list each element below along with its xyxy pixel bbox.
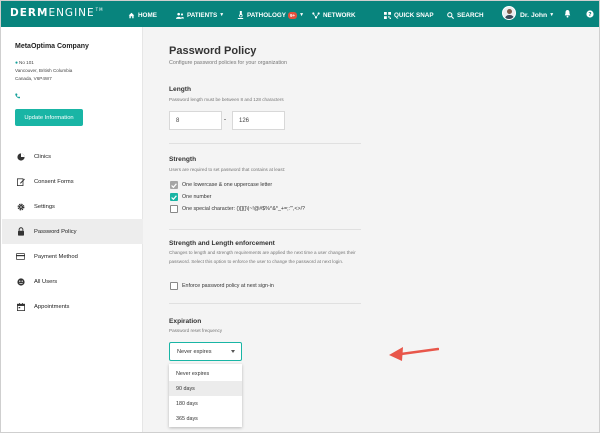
users-icon — [16, 277, 25, 286]
sidebar-item-payment-method[interactable]: Payment Method — [2, 244, 143, 269]
credit-card-icon — [16, 252, 25, 261]
expiration-select[interactable]: Never expires — [169, 342, 242, 361]
nav-quick-snap[interactable]: QUICK SNAP — [384, 10, 434, 20]
dropdown-option-90-days[interactable]: 90 days — [169, 381, 242, 396]
user-menu[interactable]: Dr. John ▼ — [520, 10, 554, 20]
enforcement-title: Strength and Length enforcement — [169, 240, 275, 247]
checkbox-unchecked[interactable] — [170, 282, 178, 290]
checkbox-checked[interactable] — [170, 181, 178, 189]
min-length-input[interactable]: 8 — [169, 111, 222, 130]
qr-code-icon — [384, 11, 391, 19]
user-avatar[interactable] — [502, 6, 516, 20]
sidebar-item-password-policy[interactable]: Password Policy — [2, 219, 143, 244]
max-length-input[interactable]: 126 — [232, 111, 285, 130]
length-title: Length — [169, 86, 191, 93]
section-divider — [169, 229, 361, 230]
nav-search[interactable]: SEARCH — [447, 10, 484, 20]
top-navbar: DERMENGINETM HOME PATIENTS ▼ PATHOLOGY 9… — [1, 1, 599, 27]
sidebar-item-all-users[interactable]: All Users — [2, 269, 143, 294]
nav-pathology[interactable]: PATHOLOGY 9+ ▼ — [237, 10, 304, 20]
checkbox-unchecked[interactable] — [170, 205, 178, 213]
chevron-down-icon: ▼ — [549, 12, 555, 18]
search-icon — [447, 11, 454, 19]
company-name: MetaOptima Company — [15, 43, 89, 50]
annotation-arrow-icon — [389, 347, 439, 361]
calendar-icon — [16, 302, 25, 311]
sidebar-item-clinics[interactable]: Clinics — [2, 144, 143, 169]
main-content: Password Policy Configure password polic… — [143, 27, 599, 432]
address-line: Canada, V6P4W7 — [15, 76, 52, 81]
bell-icon[interactable] — [564, 10, 571, 18]
sidebar-item-consent-forms[interactable]: Consent Forms — [2, 169, 143, 194]
option-enforce-next-signin[interactable]: Enforce password policy at next sign-in — [170, 282, 274, 290]
address-line: ●No 101 — [15, 60, 34, 66]
pie-chart-icon — [16, 152, 25, 161]
lock-icon — [16, 227, 25, 236]
home-icon — [128, 12, 135, 18]
sidebar-item-settings[interactable]: Settings — [2, 194, 143, 219]
network-icon — [312, 11, 320, 19]
expiration-description: Password reset frequency — [169, 328, 223, 333]
update-information-button[interactable]: Update Information — [15, 109, 83, 126]
sidebar-item-appointments[interactable]: Appointments — [2, 294, 143, 319]
sidebar: MetaOptima Company ●No 101 Vancouver, Br… — [2, 27, 143, 432]
chevron-down-icon — [231, 350, 235, 353]
patients-icon — [176, 12, 184, 19]
address-line: Vancouver, British Columbia — [15, 68, 73, 73]
dropdown-option-180-days[interactable]: 180 days — [169, 396, 242, 411]
phone-icon — [15, 93, 20, 99]
option-special-character[interactable]: One special character: ()[]{}\|~!@#$%^&*… — [170, 205, 305, 213]
app-window: DERMENGINETM HOME PATIENTS ▼ PATHOLOGY 9… — [0, 0, 600, 433]
option-lowercase-uppercase[interactable]: One lowercase & one uppercase letter — [170, 181, 272, 189]
section-divider — [169, 143, 361, 144]
range-separator — [224, 119, 226, 120]
dropdown-option-never-expires[interactable]: Never expires — [169, 366, 242, 381]
notification-badge: 9+ — [287, 11, 298, 19]
page-title: Password Policy — [169, 45, 257, 57]
pathology-icon — [237, 11, 244, 19]
enforcement-description: Changes to length and strength requireme… — [169, 250, 356, 264]
chevron-down-icon: ▼ — [219, 12, 225, 18]
expiration-title: Expiration — [169, 318, 202, 325]
derm-engine-logo[interactable]: DERMENGINETM — [10, 7, 104, 19]
nav-patients[interactable]: PATIENTS ▼ — [176, 10, 224, 20]
nav-home[interactable]: HOME — [128, 10, 157, 20]
chevron-down-icon: ▼ — [299, 12, 305, 18]
dropdown-option-365-days[interactable]: 365 days — [169, 411, 242, 426]
option-one-number[interactable]: One number — [170, 193, 211, 201]
edit-form-icon — [16, 177, 25, 186]
map-pin-icon: ● — [15, 60, 19, 66]
strength-title: Strength — [169, 156, 197, 163]
page-subtitle: Configure password policies for your org… — [169, 60, 288, 66]
length-description: Password length must be between 8 and 12… — [169, 97, 284, 102]
strength-description: Users are required to set password that … — [169, 167, 286, 172]
svg-text:?: ? — [588, 12, 591, 18]
checkbox-checked[interactable] — [170, 193, 178, 201]
gear-icon — [16, 202, 25, 211]
nav-network[interactable]: NETWORK — [312, 10, 356, 20]
expiration-dropdown-menu: Never expires 90 days 180 days 365 days — [169, 364, 242, 427]
help-icon[interactable]: ? — [586, 10, 594, 18]
section-divider — [169, 303, 361, 304]
